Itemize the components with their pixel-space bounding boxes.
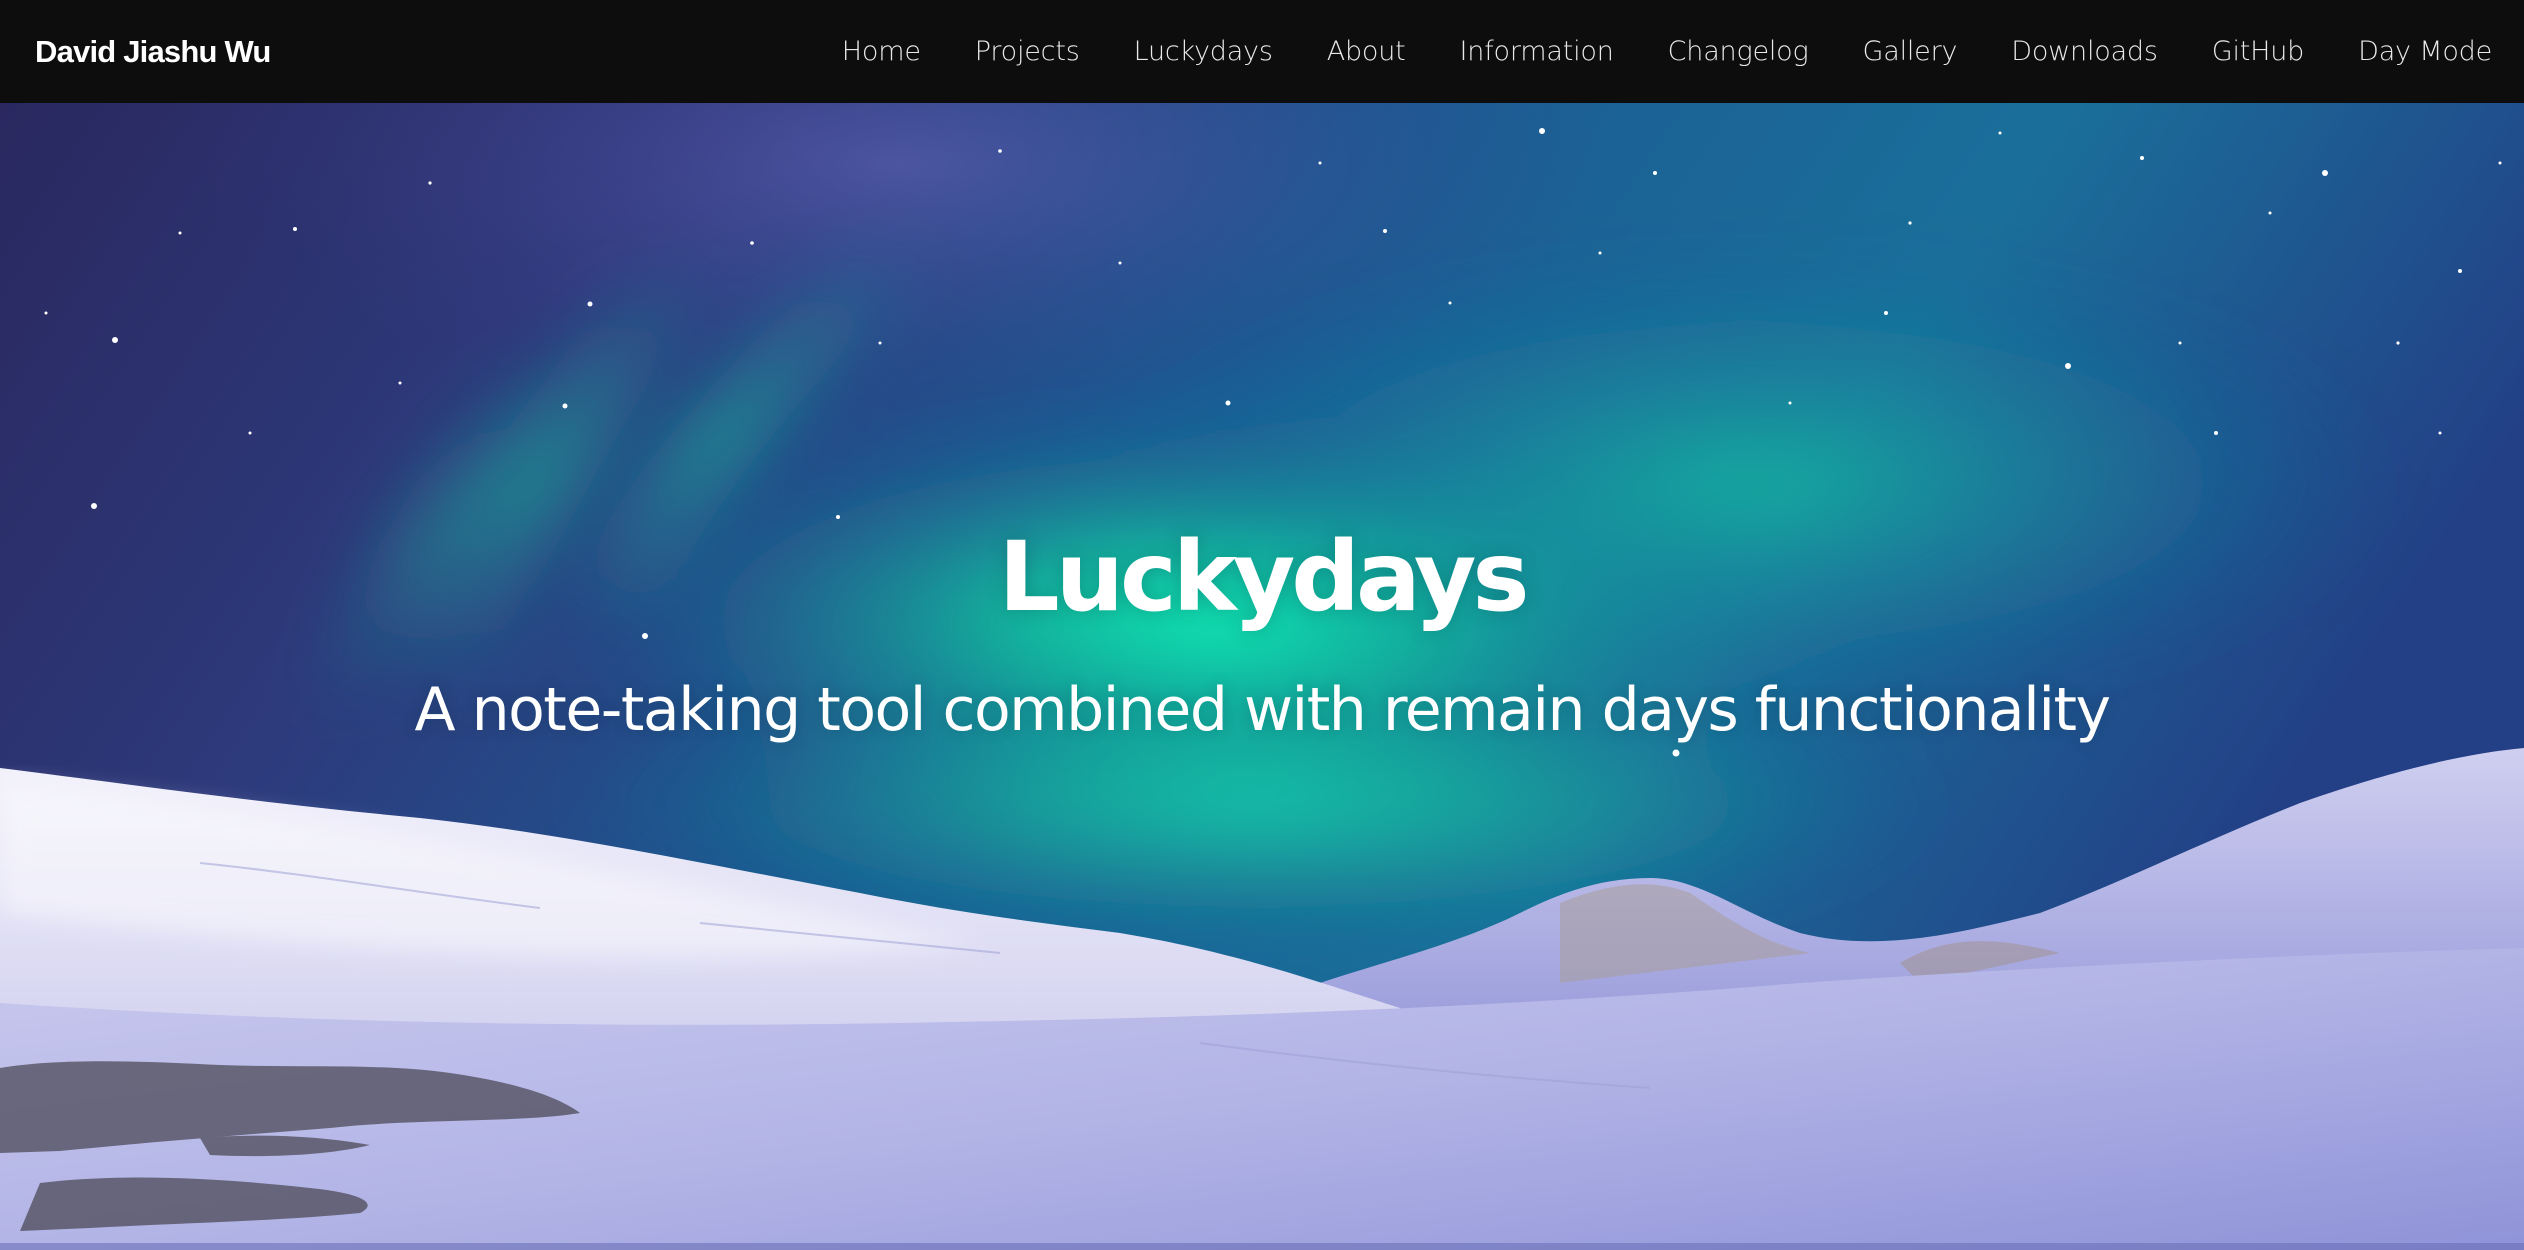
nav-link-downloads[interactable]: Downloads xyxy=(1984,36,2184,67)
top-navbar: David Jiashu Wu Home Projects Luckydays … xyxy=(0,0,2524,103)
hero-section: Luckydays A note-taking tool combined wi… xyxy=(0,103,2524,1250)
nav-link-projects[interactable]: Projects xyxy=(948,36,1107,67)
nav-link-github[interactable]: GitHub xyxy=(2185,36,2331,67)
nav-link-day-mode[interactable]: Day Mode xyxy=(2331,36,2492,67)
hero-subtitle: A note-taking tool combined with remain … xyxy=(414,675,2111,745)
nav-link-luckydays[interactable]: Luckydays xyxy=(1107,36,1300,67)
nav-links: Home Projects Luckydays About Informatio… xyxy=(815,0,2492,103)
nav-link-about[interactable]: About xyxy=(1300,36,1433,67)
nav-link-information[interactable]: Information xyxy=(1433,36,1641,67)
hero-title: Luckydays xyxy=(998,521,1529,633)
nav-link-gallery[interactable]: Gallery xyxy=(1836,36,1985,67)
nav-link-changelog[interactable]: Changelog xyxy=(1641,36,1836,67)
site-brand[interactable]: David Jiashu Wu xyxy=(35,0,271,103)
nav-link-home[interactable]: Home xyxy=(815,36,948,67)
